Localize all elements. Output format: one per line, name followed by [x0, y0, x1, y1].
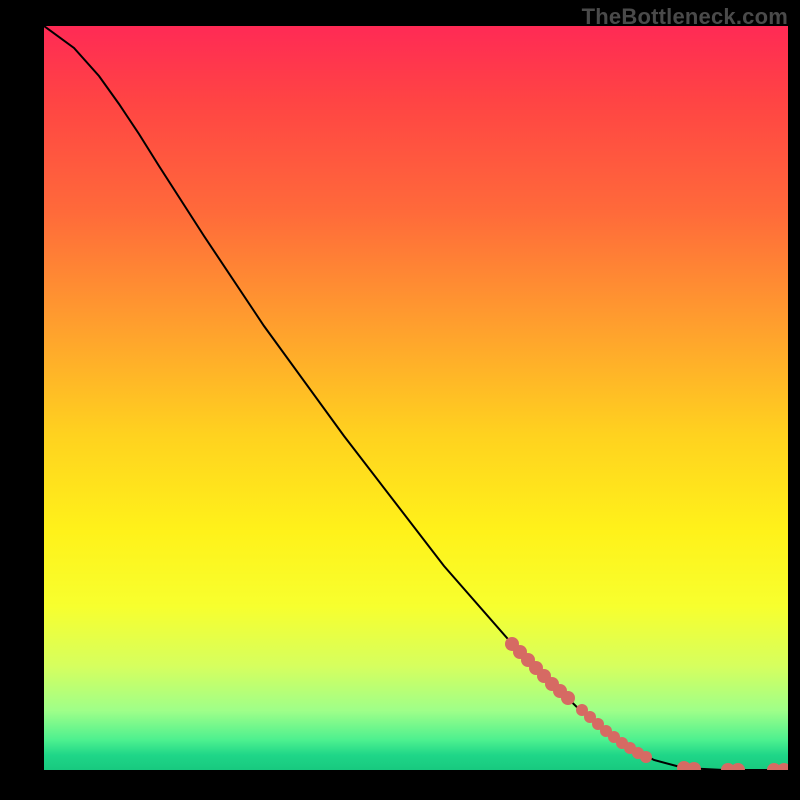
data-marker [731, 763, 745, 770]
data-marker [640, 751, 652, 763]
curve-svg [44, 26, 788, 770]
data-marker [777, 763, 788, 770]
plot-area [44, 26, 788, 770]
bottleneck-curve [44, 26, 788, 770]
curve-markers [505, 637, 788, 770]
data-marker [561, 691, 575, 705]
data-marker [687, 762, 701, 770]
watermark-label: TheBottleneck.com [582, 4, 788, 30]
chart-frame: TheBottleneck.com [0, 0, 800, 800]
